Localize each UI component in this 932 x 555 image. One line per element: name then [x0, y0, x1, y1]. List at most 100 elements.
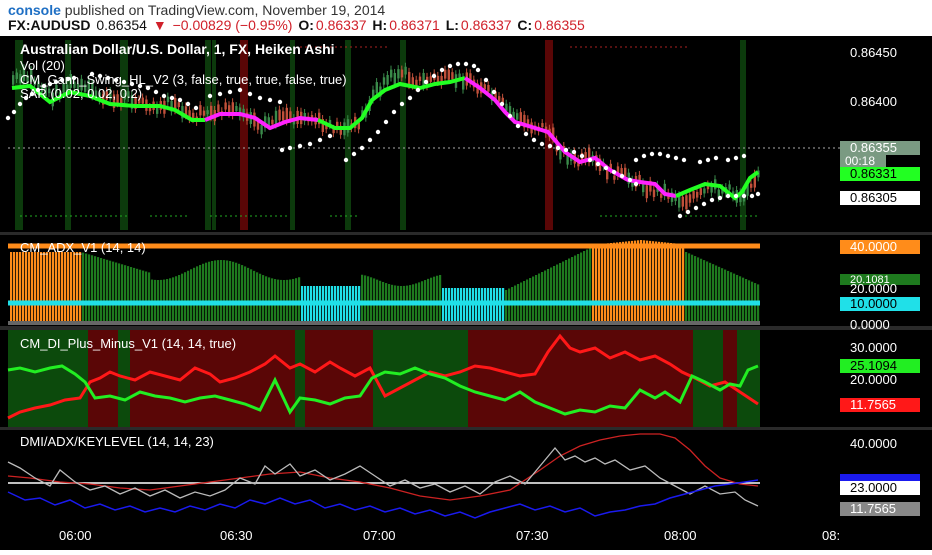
- pane-separator[interactable]: [0, 427, 932, 430]
- sar-dot: [685, 209, 691, 215]
- adx-bar: [73, 252, 76, 323]
- adx-bar: [364, 275, 367, 323]
- candle-body: [447, 69, 450, 80]
- sar-dot: [595, 161, 601, 167]
- adx-bar: [67, 252, 70, 323]
- adx-label-20: 20.0000: [850, 281, 897, 296]
- adx-bar: [553, 266, 556, 323]
- sar-dot: [677, 213, 683, 219]
- di-pane[interactable]: CM_DI_Plus_Minus_V1 (14, 14, true): [7, 330, 760, 427]
- price-scale[interactable]: 0.86450 0.86400 0.86355 00:18 0.86331 0.…: [840, 45, 920, 516]
- candle-body: [177, 102, 180, 108]
- adx-bar: [256, 272, 259, 323]
- sar-dot: [383, 119, 389, 125]
- low-value: 0.86337: [460, 17, 512, 33]
- adx-bar: [178, 275, 181, 323]
- candle-body: [451, 72, 454, 80]
- pane-separator[interactable]: [0, 232, 932, 235]
- adx-bar: [694, 256, 697, 323]
- indicator-vol[interactable]: Vol (20): [20, 58, 65, 73]
- adx-label-40: 40.0000: [850, 239, 897, 254]
- sar-dot: [693, 205, 699, 211]
- adx-bar: [46, 252, 49, 323]
- di-regime-band: [305, 330, 373, 427]
- sar-dot: [705, 157, 711, 163]
- adx-bar: [223, 260, 226, 323]
- sar-dot: [641, 153, 647, 159]
- sar-dot: [161, 93, 167, 99]
- adx-bar: [121, 264, 124, 323]
- adx-bar: [91, 255, 94, 323]
- sar-dot: [463, 61, 469, 67]
- di-regime-band: [723, 330, 737, 427]
- dmi-plus-line: [7, 446, 759, 507]
- adx-bar: [43, 252, 46, 323]
- adx-bar: [568, 258, 571, 323]
- adx-bar: [628, 241, 631, 323]
- time-tick: 06:00: [59, 528, 92, 543]
- adx-bar: [679, 243, 682, 323]
- adx-bar: [652, 241, 655, 323]
- sar-dot: [741, 193, 747, 199]
- candle-body: [728, 184, 731, 190]
- candle-body: [660, 193, 663, 198]
- main-pane[interactable]: Australian Dollar/U.S. Dollar, 1, FX, He…: [5, 40, 840, 230]
- adx-title[interactable]: CM_ADX_V1 (14, 14): [20, 240, 146, 255]
- sar-dot: [571, 149, 577, 155]
- candle-body: [624, 167, 627, 177]
- adx-bar: [433, 276, 436, 323]
- chart-svg[interactable]: Australian Dollar/U.S. Dollar, 1, FX, He…: [0, 36, 932, 550]
- adx-bar: [253, 270, 256, 323]
- di-title[interactable]: CM_DI_Plus_Minus_V1 (14, 14, true): [20, 336, 236, 351]
- dmi-title[interactable]: DMI/ADX/KEYLEVEL (14, 14, 23): [20, 434, 214, 449]
- candle-body: [15, 72, 18, 79]
- sar-dot: [531, 137, 537, 143]
- adx-bar: [133, 267, 136, 323]
- adx-bar: [361, 274, 364, 323]
- username-link[interactable]: console: [8, 2, 61, 18]
- adx-bar: [538, 273, 541, 323]
- adx-bar: [58, 252, 61, 323]
- adx-bar: [214, 260, 217, 323]
- adx-bar: [40, 252, 43, 323]
- candle-body: [260, 124, 263, 135]
- adx-pane[interactable]: CM_ADX_V1 (14, 14): [8, 240, 760, 325]
- signal-bar: [212, 40, 216, 230]
- candle-body: [685, 195, 688, 210]
- main-title: Australian Dollar/U.S. Dollar, 1, FX, He…: [20, 41, 335, 57]
- adx-bar: [688, 253, 691, 323]
- adx-bar: [673, 243, 676, 323]
- sar-dot: [257, 95, 263, 101]
- dmi-pane[interactable]: DMI/ADX/KEYLEVEL (14, 14, 23): [7, 433, 760, 519]
- publish-info: published on TradingView.com, November 1…: [60, 2, 386, 18]
- adx-bar: [634, 240, 637, 323]
- chart-area[interactable]: Australian Dollar/U.S. Dollar, 1, FX, He…: [0, 36, 932, 550]
- adx-bar: [655, 241, 658, 323]
- adx-bar: [598, 244, 601, 323]
- sar-dot: [391, 109, 397, 115]
- sar-dot: [375, 129, 381, 135]
- price-change: −0.00829 (−0.95%): [172, 17, 293, 33]
- adx-bar: [190, 269, 193, 323]
- time-tick: 08:00: [664, 528, 697, 543]
- sar-dot: [579, 153, 585, 159]
- pane-separator[interactable]: [0, 326, 932, 330]
- sar-dot: [499, 101, 505, 107]
- adx-bar: [622, 241, 625, 323]
- adx-bar: [742, 277, 745, 323]
- gann-price-label: 0.86331: [850, 166, 897, 181]
- indicator-gann[interactable]: CM_Gann_Swing_HL_V2 (3, false, true, tru…: [20, 72, 347, 87]
- signal-bar: [205, 40, 211, 230]
- adx-bar: [730, 272, 733, 323]
- time-tick: 06:30: [220, 528, 253, 543]
- adx-bar: [49, 252, 52, 323]
- sar-dot: [237, 87, 243, 93]
- sar-dot: [633, 181, 639, 187]
- adx-bar: [145, 271, 148, 323]
- indicator-sar[interactable]: SAR (0.02, 0.02, 0.2): [20, 86, 142, 101]
- adx-bar: [571, 257, 574, 323]
- adx-bar: [724, 269, 727, 323]
- signal-bar: [240, 40, 248, 230]
- time-axis[interactable]: 06:00 06:30 07:00 07:30 08:00 08:: [0, 522, 932, 550]
- sar-dot: [267, 97, 273, 103]
